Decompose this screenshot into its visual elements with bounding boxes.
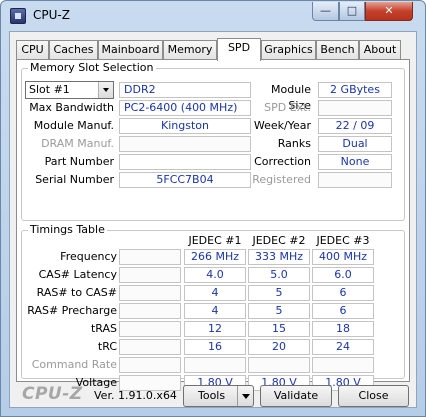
timing-spacer-tras xyxy=(119,321,181,337)
timing-frequency-jedec-3: 400 MHz xyxy=(312,249,374,265)
timing-frequency-jedec-2: 333 MHz xyxy=(248,249,310,265)
part-number-label: Part Number xyxy=(44,155,114,168)
tab-mainboard[interactable]: Mainboard xyxy=(98,40,163,60)
registered-label: Registered xyxy=(252,173,311,186)
timing-label-ras-precharge: RAS# Precharge xyxy=(27,304,117,317)
timing-trc-jedec-1: 16 xyxy=(184,339,246,355)
ranks-label: Ranks xyxy=(277,137,311,150)
timing-spacer-trc xyxy=(119,339,181,355)
timing-ras-to-cas-jedec-2: 5 xyxy=(248,285,310,301)
tab-cpu[interactable]: CPU xyxy=(16,40,49,60)
timing-ras-to-cas-jedec-1: 4 xyxy=(184,285,246,301)
timing-frequency-jedec-1: 266 MHz xyxy=(184,249,246,265)
timing-label-command-rate: Command Rate xyxy=(31,358,117,371)
chevron-down-icon[interactable] xyxy=(237,386,253,406)
version-label: Ver. 1.91.0.x64 xyxy=(94,389,177,402)
week-year-field: 22 / 09 xyxy=(318,118,392,134)
timing-spacer-frequency xyxy=(119,249,181,265)
tools-button[interactable]: Tools xyxy=(183,385,254,407)
tab-about[interactable]: About xyxy=(359,40,401,60)
memory-type-field: DDR2 xyxy=(119,82,251,98)
part-number-field xyxy=(119,154,251,170)
module-manuf-label: Module Manuf. xyxy=(33,119,114,132)
timing-ras-precharge-jedec-1: 4 xyxy=(184,303,246,319)
tab-memory[interactable]: Memory xyxy=(163,40,217,60)
timing-label-frequency: Frequency xyxy=(60,250,117,263)
validate-button[interactable]: Validate xyxy=(260,385,332,407)
window-title: CPU-Z xyxy=(33,8,70,22)
chevron-down-icon[interactable] xyxy=(98,82,113,98)
timing-cas-latency-jedec-1: 4.0 xyxy=(184,267,246,283)
timings-group: Timings Table JEDEC #1 JEDEC #2 JEDEC #3… xyxy=(21,223,405,391)
timing-label-cas-latency: CAS# Latency xyxy=(38,268,117,281)
cpuz-window: CPU-Z — □ ✕ CPU Caches Mainboard Memory … xyxy=(0,0,426,417)
timing-trc-jedec-3: 24 xyxy=(312,339,374,355)
timing-label-tras: tRAS xyxy=(90,322,117,335)
jedec-3-header: JEDEC #3 xyxy=(316,234,370,247)
timing-command-rate-jedec-3 xyxy=(312,357,374,373)
jedec-1-header: JEDEC #1 xyxy=(188,234,242,247)
tools-button-label: Tools xyxy=(198,389,226,402)
jedec-2-header: JEDEC #2 xyxy=(252,234,306,247)
serial-number-field: 5FCC7B04 xyxy=(119,172,251,188)
spd-ext-label: SPD Ext. xyxy=(264,101,311,114)
dram-manuf-label: DRAM Manuf. xyxy=(41,137,114,150)
client-area: CPU Caches Mainboard Memory SPD Graphics… xyxy=(9,31,417,408)
timing-label-ras-to-cas: RAS# to CAS# xyxy=(36,286,117,299)
ranks-field: Dual xyxy=(318,136,392,152)
serial-number-label: Serial Number xyxy=(35,173,114,186)
close-window-button[interactable]: ✕ xyxy=(365,2,413,21)
timing-tras-jedec-3: 18 xyxy=(312,321,374,337)
timing-command-rate-jedec-1 xyxy=(184,357,246,373)
timing-ras-precharge-jedec-2: 5 xyxy=(248,303,310,319)
correction-field: None xyxy=(318,154,392,170)
registered-field xyxy=(318,172,392,188)
max-bandwidth-label: Max Bandwidth xyxy=(29,101,114,114)
memory-slot-group-title: Memory Slot Selection xyxy=(28,61,156,74)
tab-graphics[interactable]: Graphics xyxy=(261,40,316,60)
spd-ext-field xyxy=(318,100,392,116)
timing-ras-precharge-jedec-3: 6 xyxy=(312,303,374,319)
timing-command-rate-jedec-2 xyxy=(248,357,310,373)
timing-spacer-command-rate xyxy=(119,357,181,373)
spd-panel: Memory Slot Selection Slot #1 DDR2 Max B… xyxy=(16,59,410,391)
timing-spacer-cas-latency xyxy=(119,267,181,283)
week-year-label: Week/Year xyxy=(253,119,311,132)
tab-caches[interactable]: Caches xyxy=(49,40,98,60)
slot-select[interactable]: Slot #1 xyxy=(25,81,114,99)
timing-cas-latency-jedec-2: 5.0 xyxy=(248,267,310,283)
maximize-button[interactable]: □ xyxy=(339,2,365,21)
tab-spd[interactable]: SPD xyxy=(217,38,261,61)
timings-group-title: Timings Table xyxy=(28,223,107,236)
title-bar[interactable]: CPU-Z — □ ✕ xyxy=(1,1,425,31)
close-button[interactable]: Close xyxy=(338,385,409,407)
timing-tras-jedec-2: 15 xyxy=(248,321,310,337)
module-manuf-field: Kingston xyxy=(119,118,251,134)
minimize-button[interactable]: — xyxy=(312,2,339,21)
cpuz-brand-logo: CPU-Z xyxy=(22,384,83,404)
dram-manuf-field xyxy=(119,136,251,152)
slot-select-value: Slot #1 xyxy=(29,83,70,96)
timing-trc-jedec-2: 20 xyxy=(248,339,310,355)
timing-tras-jedec-1: 12 xyxy=(184,321,246,337)
timing-spacer-ras-precharge xyxy=(119,303,181,319)
cpuz-app-icon xyxy=(10,8,26,24)
timing-spacer-ras-to-cas xyxy=(119,285,181,301)
correction-label: Correction xyxy=(254,155,311,168)
memory-slot-group: Memory Slot Selection Slot #1 DDR2 Max B… xyxy=(21,61,405,221)
footer-bar: CPU-Z Ver. 1.91.0.x64 Tools Validate Clo… xyxy=(10,384,416,408)
module-size-field: 2 GBytes xyxy=(318,82,392,98)
timing-cas-latency-jedec-3: 6.0 xyxy=(312,267,374,283)
timing-label-trc: tRC xyxy=(97,340,117,353)
max-bandwidth-field: PC2-6400 (400 MHz) xyxy=(119,100,251,116)
tab-bench[interactable]: Bench xyxy=(316,40,359,60)
timing-ras-to-cas-jedec-3: 6 xyxy=(312,285,374,301)
